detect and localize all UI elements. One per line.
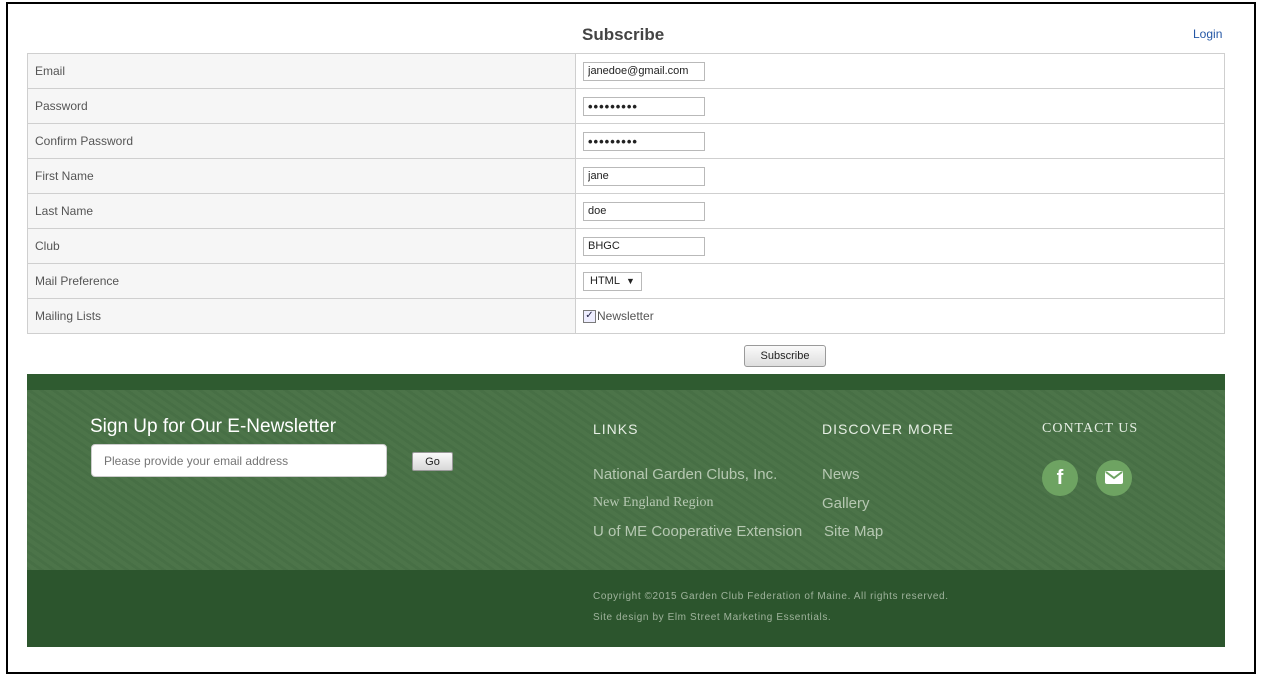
- form-row-password: Password: [27, 88, 1225, 124]
- last-name-label: Last Name: [27, 193, 576, 229]
- login-link[interactable]: Login: [1193, 27, 1222, 41]
- link-site-map[interactable]: Site Map: [824, 523, 883, 540]
- form-row-club: Club: [27, 228, 1225, 264]
- newsletter-go-button[interactable]: Go: [412, 452, 453, 471]
- site-credit-text: Site design by Elm Street Marketing Esse…: [593, 612, 832, 623]
- first-name-field[interactable]: [583, 166, 705, 186]
- first-name-label: First Name: [27, 158, 576, 194]
- newsletter-signup-title: Sign Up for Our E-Newsletter: [90, 416, 337, 437]
- form-row-confirm-password: Confirm Password: [27, 123, 1225, 159]
- contact-us-heading: CONTACT US: [1042, 421, 1139, 436]
- email-label: Email: [27, 53, 576, 89]
- confirm-password-field[interactable]: [583, 131, 705, 151]
- links-heading: LINKS: [593, 421, 639, 437]
- footer: Sign Up for Our E-Newsletter Go LINKS Na…: [27, 374, 1225, 647]
- page-title: Subscribe: [582, 25, 665, 44]
- mailing-lists-label: Mailing Lists: [27, 298, 576, 334]
- mail-preference-label: Mail Preference: [27, 263, 576, 299]
- email-field[interactable]: [583, 61, 705, 81]
- link-new-england-region[interactable]: New England Region: [593, 495, 714, 511]
- club-field[interactable]: [583, 236, 705, 256]
- form-row-email: Email: [27, 53, 1225, 89]
- mail-icon[interactable]: [1096, 460, 1132, 496]
- footer-bottom-band: [27, 570, 1225, 647]
- last-name-field[interactable]: [583, 201, 705, 221]
- club-label: Club: [27, 228, 576, 264]
- confirm-password-label: Confirm Password: [27, 123, 576, 159]
- form-row-last-name: Last Name: [27, 193, 1225, 229]
- newsletter-email-input[interactable]: [91, 444, 387, 477]
- envelope-glyph: [1105, 471, 1123, 484]
- password-field[interactable]: [583, 96, 705, 116]
- subscribe-form-table: Email Password Confirm Password First Na…: [27, 53, 1225, 334]
- link-national-garden-clubs[interactable]: National Garden Clubs, Inc.: [593, 466, 777, 483]
- link-news[interactable]: News: [822, 466, 860, 483]
- newsletter-checkbox-label: Newsletter: [597, 309, 654, 324]
- copyright-text: Copyright ©2015 Garden Club Federation o…: [593, 591, 949, 602]
- form-row-mail-preference: Mail Preference HTML ▼: [27, 263, 1225, 299]
- form-row-mailing-lists: Mailing Lists ✓ Newsletter: [27, 298, 1225, 334]
- link-gallery[interactable]: Gallery: [822, 495, 870, 512]
- discover-more-heading: DISCOVER MORE: [822, 421, 955, 437]
- chevron-down-icon: ▼: [625, 275, 635, 286]
- form-row-first-name: First Name: [27, 158, 1225, 194]
- mail-preference-value: HTML: [590, 274, 620, 287]
- mail-preference-select[interactable]: HTML ▼: [583, 271, 642, 291]
- link-umaine-extension[interactable]: U of ME Cooperative Extension: [593, 523, 802, 540]
- password-label: Password: [27, 88, 576, 124]
- facebook-icon[interactable]: f: [1042, 460, 1078, 496]
- subscribe-button[interactable]: Subscribe: [744, 345, 826, 367]
- newsletter-checkbox[interactable]: ✓: [583, 309, 596, 323]
